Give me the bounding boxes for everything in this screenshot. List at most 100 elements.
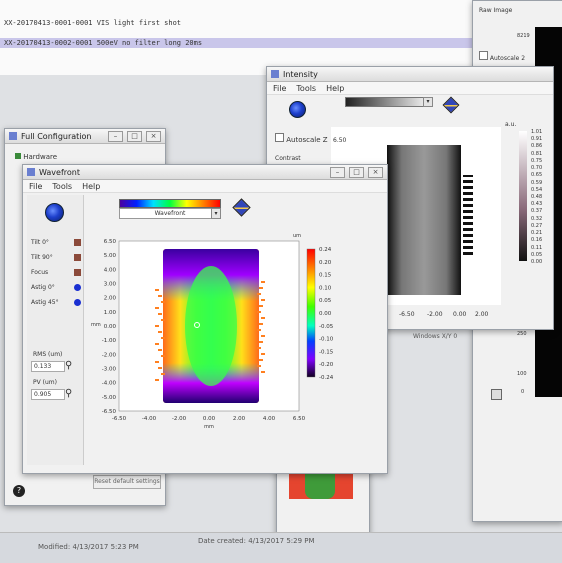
3d-view-icon[interactable]	[232, 198, 251, 217]
wavefront-colorbar-tick: 0.20	[319, 260, 332, 266]
menu-tools[interactable]: Tools	[296, 84, 316, 93]
log-row[interactable]: XX-20170413-0001-0001 VIS light first sh…	[0, 18, 474, 28]
edge-speckle	[161, 301, 165, 303]
config-tree-item[interactable]: Hardware	[15, 153, 57, 161]
raw-image-autoscale[interactable]: Autoscale 2	[479, 51, 525, 62]
aberration-item[interactable]: Astig 0°	[31, 280, 83, 295]
intensity-colorbar	[519, 131, 527, 261]
intensity-colorbar-tick: 0.21	[531, 230, 543, 237]
wavefront-plot: 6.50 5.00 4.00 3.00 2.00 1.00 0.00 -1.00 -2.00 -3…	[91, 233, 334, 430]
camera-icon[interactable]	[289, 101, 306, 118]
wavefront-colorbar-tick: 0.15	[319, 273, 332, 279]
edge-speckle	[261, 371, 265, 373]
wavefront-ytick: -2.00	[102, 352, 117, 358]
menu-tools[interactable]: Tools	[52, 182, 72, 191]
magnifier-icon[interactable]: ⚲	[65, 361, 72, 371]
edge-speckle	[158, 367, 162, 369]
intensity-colorbar-tick: 0.59	[531, 179, 543, 186]
aberration-item[interactable]: Focus	[31, 265, 83, 280]
wavefront-ytick: 0.00	[104, 324, 117, 330]
menu-file[interactable]: File	[29, 182, 42, 191]
aberration-item[interactable]: Tilt 90°	[31, 250, 83, 265]
full-config-titlebar[interactable]: Full Configuration – □ ×	[5, 129, 165, 144]
colormap-strip[interactable]	[119, 199, 221, 208]
close-button[interactable]: ×	[146, 130, 161, 142]
intensity-ytick: 6.50	[333, 137, 347, 144]
edge-speckle	[257, 347, 261, 349]
raw-image-tool-icon[interactable]	[491, 389, 502, 400]
edge-speckle	[155, 289, 159, 291]
raw-image-tick: 0	[521, 389, 525, 395]
help-icon[interactable]: ?	[13, 485, 25, 497]
minimize-button[interactable]: –	[108, 130, 123, 142]
wavefront-colorbar-tick: 0.24	[319, 247, 332, 253]
wavefront-xtick: 0.00	[203, 416, 216, 422]
autoscale-z[interactable]: Autoscale Z	[275, 133, 328, 144]
menu-file[interactable]: File	[273, 84, 286, 93]
edge-speckle	[259, 305, 263, 307]
pv-value: 0.905	[34, 391, 52, 398]
pv-value-field: 0.905	[31, 389, 65, 400]
edge-speckle	[257, 329, 261, 331]
camera-icon[interactable]	[45, 203, 64, 222]
aberration-item[interactable]: Tilt 0°	[31, 235, 83, 250]
wavefront-colorbar	[306, 248, 316, 378]
window-icon	[9, 132, 17, 140]
intensity-colorbar-tick: 0.91	[531, 136, 543, 143]
maximize-button[interactable]: □	[349, 166, 364, 178]
maximize-button[interactable]: □	[127, 130, 142, 142]
edge-speckle	[158, 331, 162, 333]
edge-speckle	[261, 335, 265, 337]
edge-speckle	[155, 343, 159, 345]
edge-speckle	[158, 295, 162, 297]
edge-speckle	[261, 353, 265, 355]
menu-help[interactable]: Help	[326, 84, 344, 93]
wavefront-ytick: -4.00	[102, 381, 117, 387]
wavefront-window: Wavefront – □ × File Tools Help Tilt 0° T…	[22, 164, 388, 474]
pv-label: PV (um)	[33, 379, 57, 386]
intensity-titlebar[interactable]: Intensity	[267, 67, 553, 82]
edge-speckle	[261, 299, 265, 301]
explorer-status-bar: Modified: 4/13/2017 5:23 PM Date created…	[0, 532, 562, 563]
intensity-title: Intensity	[283, 69, 318, 79]
colormap-dropdown[interactable]: Wavefront	[119, 208, 221, 219]
wavefront-map-center	[185, 266, 237, 386]
edge-speckle	[158, 349, 162, 351]
menu-help[interactable]: Help	[82, 182, 100, 191]
edge-speckle	[261, 281, 265, 283]
wavefront-colorbar-tick: -0.24	[319, 375, 334, 381]
aberration-item[interactable]: Astig 45°	[31, 295, 83, 310]
log-row-selected[interactable]: XX-20170413-0002-0001 500eV no filter lo…	[0, 38, 474, 48]
raw-image-tick: 250	[517, 331, 527, 337]
intensity-colorbar-tick: 0.48	[531, 194, 543, 200]
close-button[interactable]: ×	[368, 166, 383, 178]
intensity-image	[373, 145, 473, 295]
intensity-status: Windows X/Y 0	[413, 333, 458, 340]
edge-speckle	[161, 373, 165, 375]
reset-default-button[interactable]: Reset default settings	[93, 475, 161, 489]
intensity-colorbar-tick: 0.43	[531, 201, 543, 208]
wavefront-menubar: File Tools Help	[23, 180, 387, 193]
aberration-dot-icon	[74, 299, 81, 306]
window-icon	[271, 70, 279, 78]
grayscale-selector[interactable]	[345, 97, 433, 107]
wavefront-units: um	[293, 233, 301, 239]
aberration-swatch-icon	[74, 254, 81, 261]
edge-speckle	[257, 311, 261, 313]
aberration-dot-icon	[74, 284, 81, 291]
grayscale-dropdown-arrow[interactable]: ▾	[423, 97, 433, 107]
wavefront-titlebar[interactable]: Wavefront – □ ×	[23, 165, 387, 180]
wavefront-ytick: -3.00	[102, 367, 117, 373]
intensity-colorbar-tick: 0.65	[531, 172, 543, 179]
autoscale-checkbox[interactable]	[479, 51, 488, 60]
colormap-dropdown-value: Wavefront	[154, 210, 186, 217]
autoscale-label: Autoscale 2	[489, 55, 526, 62]
aberration-swatch-icon	[74, 269, 81, 276]
magnifier-icon[interactable]: ⚲	[65, 389, 72, 399]
minimize-button[interactable]: –	[330, 166, 345, 178]
edge-speckle	[155, 325, 159, 327]
autoscale-z-checkbox[interactable]	[275, 133, 284, 142]
3d-view-icon[interactable]	[442, 96, 460, 114]
dropdown-arrow-icon[interactable]: ▾	[211, 208, 221, 219]
wavefront-xtick: 2.00	[233, 416, 246, 422]
